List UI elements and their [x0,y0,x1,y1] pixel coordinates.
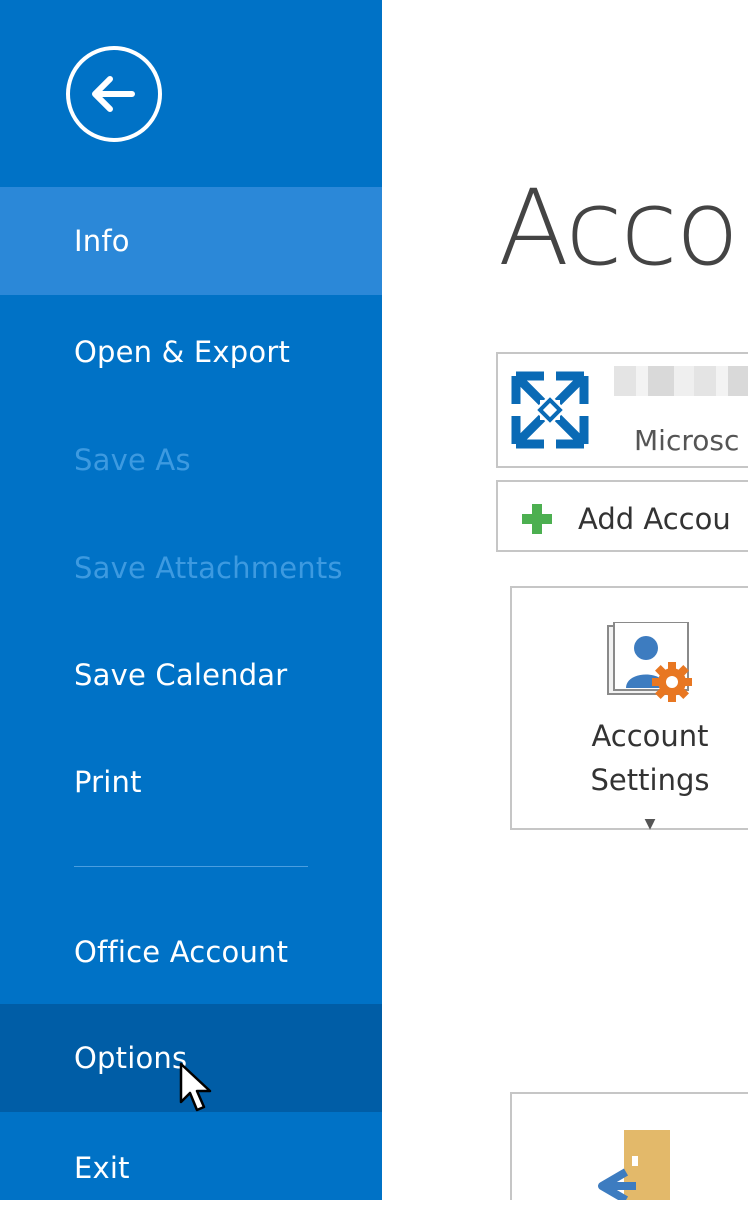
account-selector[interactable]: Microsc [496,352,748,468]
nav-save-attachments: Save Attachments [0,514,382,622]
plus-icon [522,504,552,534]
back-button[interactable] [66,46,162,142]
add-account-button[interactable]: Add Accou [496,480,748,552]
nav-print[interactable]: Print [0,728,382,836]
nav-info[interactable]: Info [0,187,382,295]
account-email-blurred [614,366,748,396]
account-type-label: Microsc [634,424,740,457]
backstage-sidebar: Info Open & Export Save As Save Attachme… [0,0,382,1200]
add-account-label: Add Accou [578,502,731,536]
page-title: Accou [498,167,748,289]
door-exit-icon [598,1130,670,1200]
nav-save-calendar-label: Save Calendar [74,658,288,692]
nav-save-calendar[interactable]: Save Calendar [0,621,382,729]
nav-save-as: Save As [0,406,382,514]
main-content: Accou Microsc Add Accou [382,0,748,1200]
nav-options-label: Options [74,1041,188,1075]
account-settings-button[interactable]: Account Settings ▼ [510,586,748,832]
nav-office-account[interactable]: Office Account [0,898,382,1006]
secondary-tile-button[interactable] [510,1092,748,1200]
nav-open-export-label: Open & Export [74,335,291,369]
nav-info-label: Info [74,224,130,258]
dropdown-arrow-icon: ▼ [644,816,656,832]
back-arrow-icon [92,76,135,112]
account-settings-line2: Settings [590,763,710,797]
nav-exit-label: Exit [74,1151,130,1185]
mouse-pointer-icon [179,1062,212,1112]
nav-office-account-label: Office Account [74,935,289,969]
nav-divider [74,866,308,867]
nav-open-export[interactable]: Open & Export [0,298,382,406]
nav-save-attachments-label: Save Attachments [74,551,343,585]
account-settings-line1: Account [591,719,709,753]
nav-exit[interactable]: Exit [0,1114,382,1222]
account-settings-icon [607,622,692,702]
nav-save-as-label: Save As [74,443,191,477]
nav-print-label: Print [74,765,142,799]
exchange-icon [511,371,589,449]
account-settings-label: Account Settings ▼ [512,714,748,846]
